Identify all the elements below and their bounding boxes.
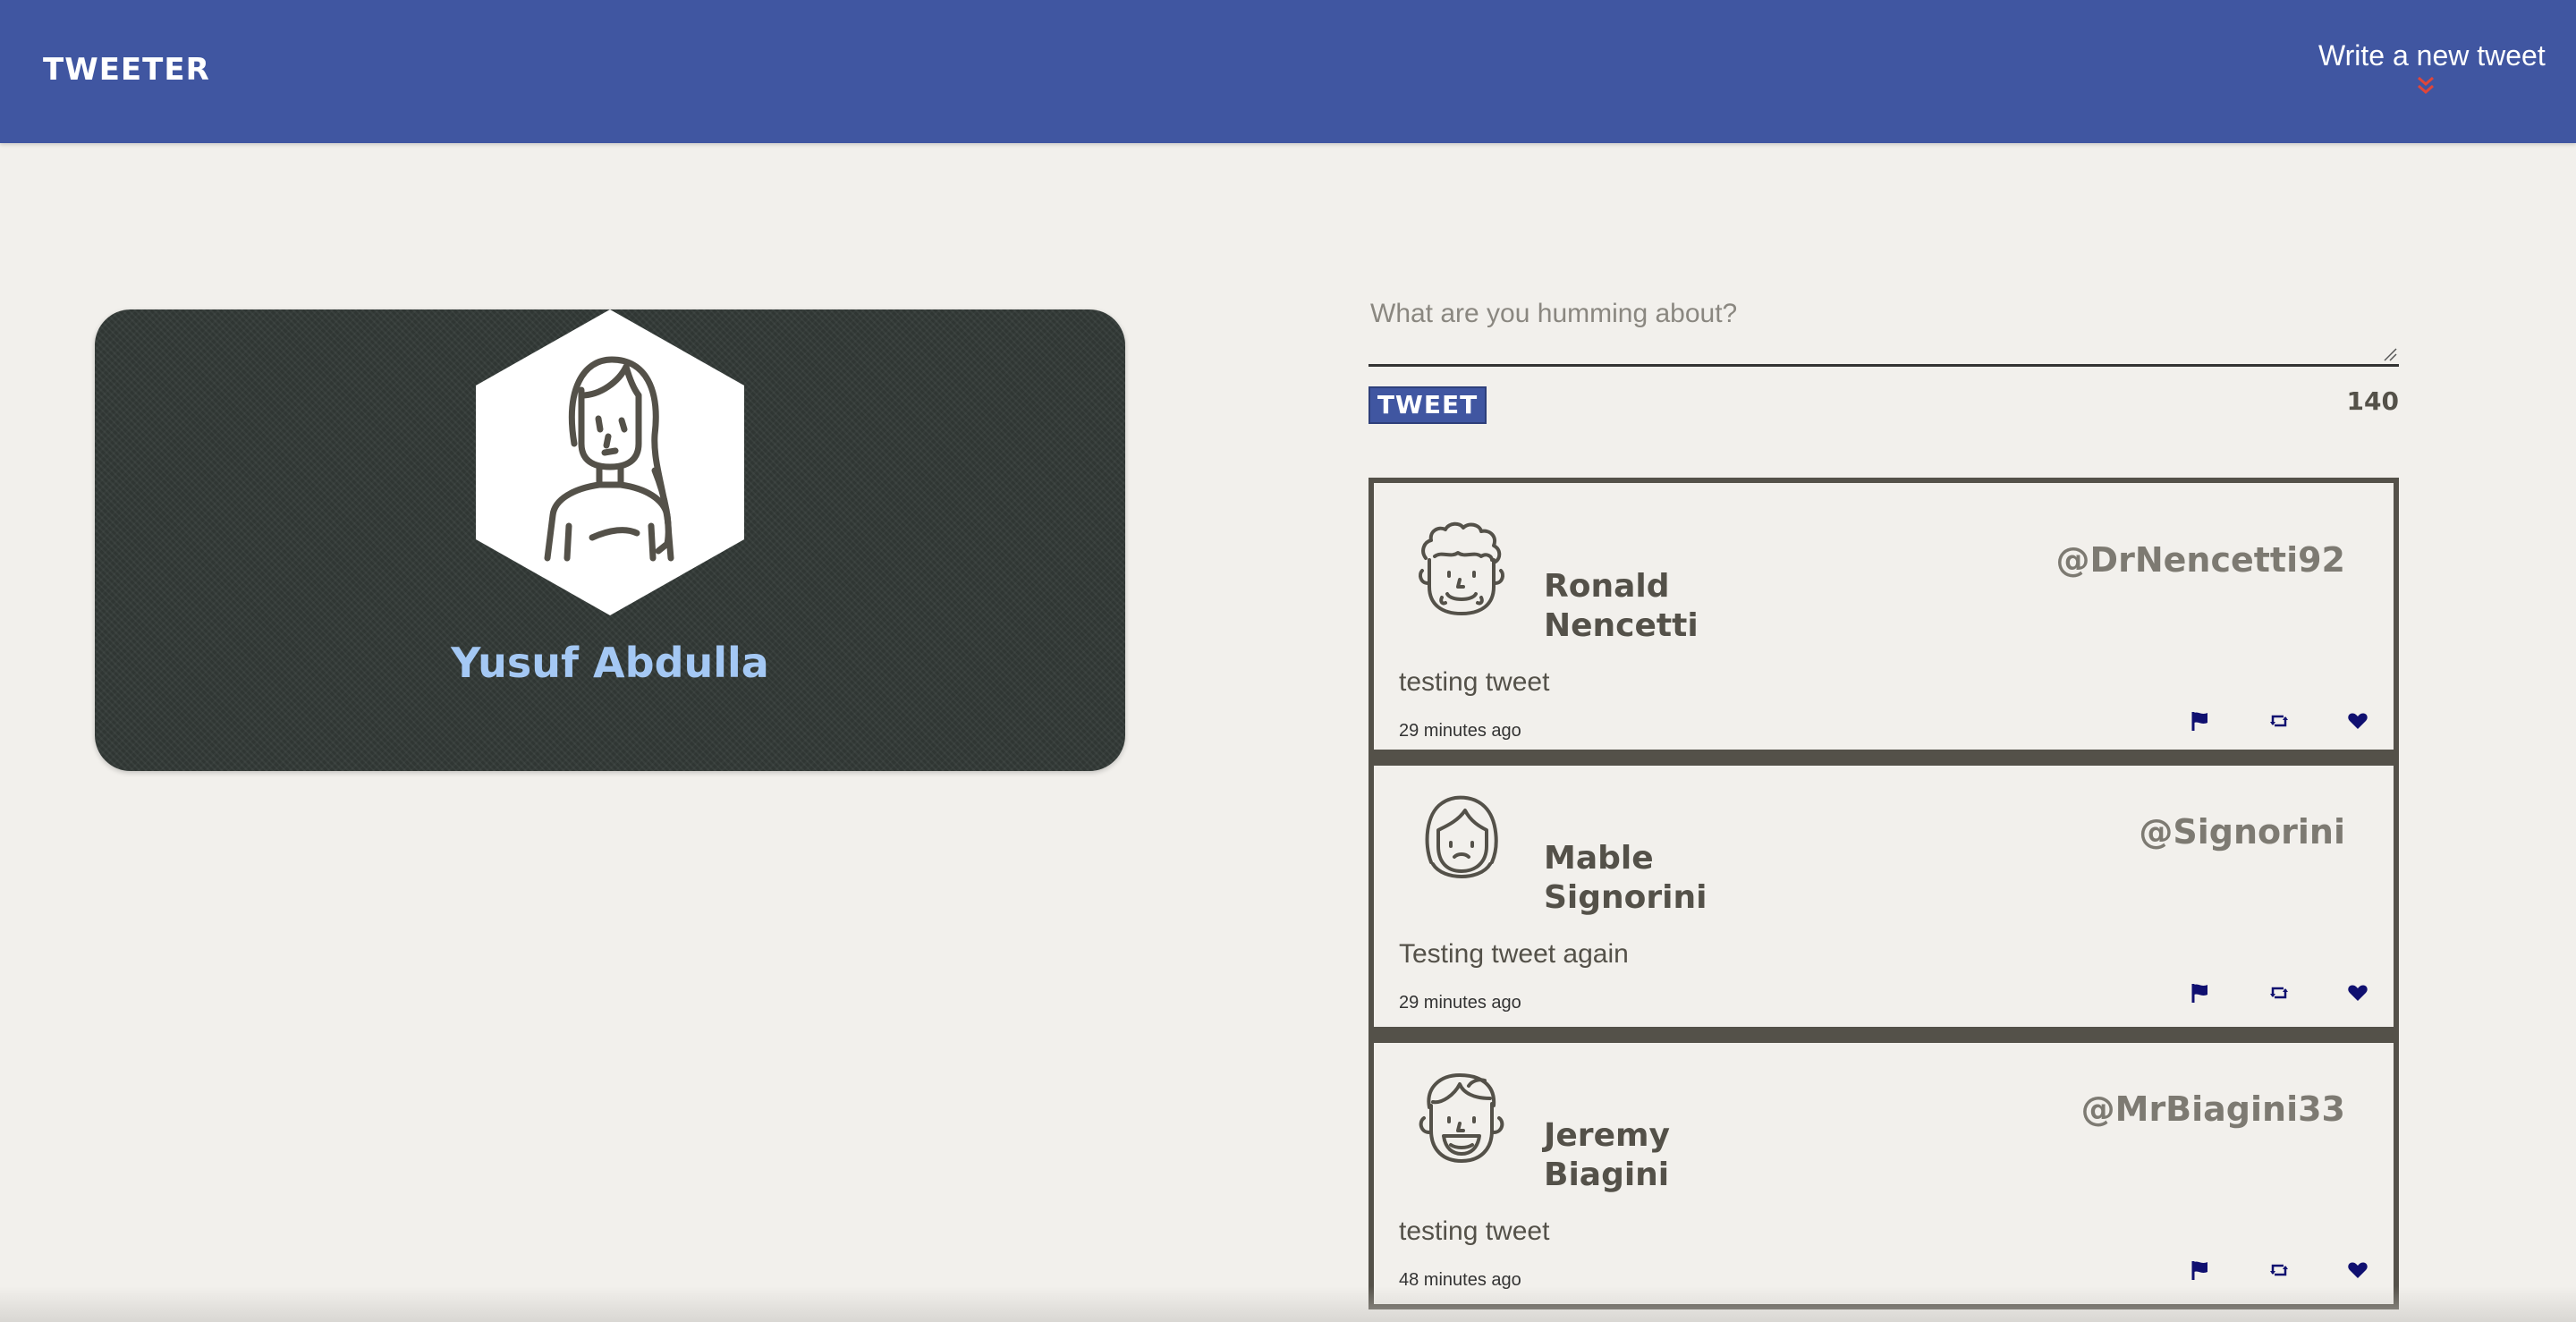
heart-icon[interactable] bbox=[2347, 982, 2368, 1004]
tweet-text: testing tweet bbox=[1399, 667, 1550, 697]
character-counter: 140 bbox=[2346, 386, 2399, 416]
curly-hair-avatar-icon bbox=[1419, 521, 1504, 615]
tweet-card: Ronald Nencetti @DrNencetti92 testing tw… bbox=[1368, 478, 2399, 755]
tweet-actions bbox=[2190, 982, 2368, 1004]
author-last-name: Biagini bbox=[1544, 1157, 1670, 1193]
author-first-name: Jeremy bbox=[1544, 1117, 1670, 1154]
author-last-name: Nencetti bbox=[1544, 607, 1699, 644]
tweet-author-name: Mable Signorini bbox=[1544, 839, 1741, 918]
tweet-card: Mable Signorini @Signorini Testing tweet… bbox=[1368, 755, 2399, 1032]
tweet-submit-button[interactable]: TWEET bbox=[1368, 386, 1487, 424]
app-logo[interactable]: TWEETER bbox=[43, 52, 210, 88]
tweet-author-handle: @Signorini bbox=[2139, 812, 2345, 852]
bottom-scroll-fade bbox=[0, 1286, 2576, 1322]
write-new-tweet-label[interactable]: Write a new tweet bbox=[2318, 39, 2546, 72]
flag-icon[interactable] bbox=[2190, 1259, 2211, 1281]
woman-avatar-icon bbox=[1425, 795, 1498, 878]
flag-icon[interactable] bbox=[2190, 710, 2211, 732]
tweet-timestamp: 29 minutes ago bbox=[1399, 721, 1521, 741]
author-first-name: Mable bbox=[1544, 840, 1654, 877]
resize-grip-icon[interactable] bbox=[2383, 347, 2397, 361]
tweet-author-handle: @MrBiagini33 bbox=[2080, 1089, 2345, 1129]
tweet-author-handle: @DrNencetti92 bbox=[2055, 540, 2345, 580]
tweet-author-name: Jeremy Biagini bbox=[1544, 1116, 1741, 1195]
tweet-actions bbox=[2190, 1259, 2368, 1281]
author-last-name: Signorini bbox=[1544, 879, 1707, 916]
author-first-name: Ronald bbox=[1544, 568, 1670, 605]
write-new-tweet-toggle[interactable]: Write a new tweet bbox=[2318, 39, 2546, 97]
heart-icon[interactable] bbox=[2347, 710, 2368, 732]
tweet-actions bbox=[2190, 710, 2368, 732]
heart-icon[interactable] bbox=[2347, 1259, 2368, 1281]
profile-card: Yusuf Abdulla bbox=[95, 309, 1125, 771]
top-nav: TWEETER Write a new tweet bbox=[0, 0, 2576, 143]
double-chevron-down-icon[interactable] bbox=[2415, 74, 2436, 97]
tweet-timestamp: 29 minutes ago bbox=[1399, 993, 1521, 1013]
tweet-card: Jeremy Biagini @MrBiagini33 testing twee… bbox=[1368, 1032, 2399, 1309]
retweet-icon[interactable] bbox=[2268, 982, 2290, 1004]
tweet-author-name: Ronald Nencetti bbox=[1544, 567, 1741, 646]
flag-icon[interactable] bbox=[2190, 982, 2211, 1004]
smiling-man-avatar-icon bbox=[1419, 1073, 1504, 1163]
tweet-text: testing tweet bbox=[1399, 1216, 1550, 1246]
profile-name: Yusuf Abdulla bbox=[451, 639, 769, 687]
retweet-icon[interactable] bbox=[2268, 1259, 2290, 1281]
tweet-text: Testing tweet again bbox=[1399, 939, 1629, 969]
female-avatar-icon bbox=[476, 309, 744, 615]
retweet-icon[interactable] bbox=[2268, 710, 2290, 732]
compose-tweet-section: TWEET 140 bbox=[1368, 286, 2399, 424]
tweet-feed: Ronald Nencetti @DrNencetti92 testing tw… bbox=[1368, 478, 2399, 1309]
tweet-textarea[interactable] bbox=[1368, 286, 2399, 367]
